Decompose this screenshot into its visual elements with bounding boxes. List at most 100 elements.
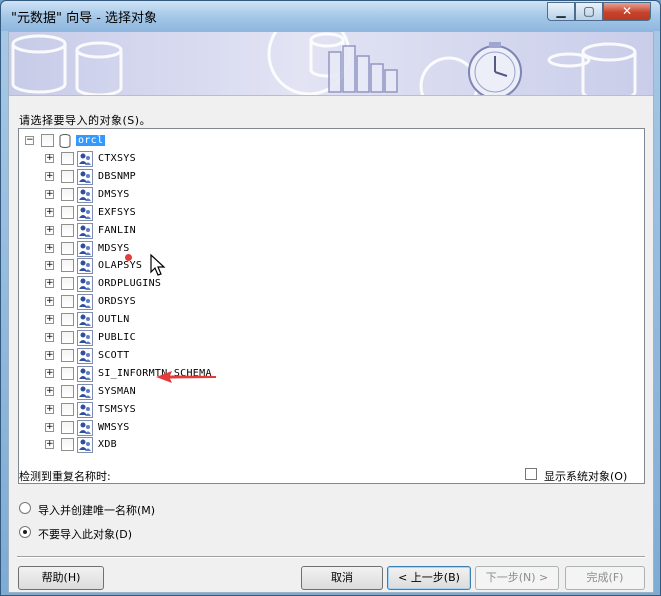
tree-item-dbsnmp[interactable]: + DBSNMP (19, 168, 644, 186)
schema-user-icon (77, 330, 93, 346)
tree-item-wmsys[interactable]: + WMSYS (19, 419, 644, 437)
schema-user-icon (77, 187, 93, 203)
tree-item-label[interactable]: DMSYS (98, 189, 130, 200)
tree-item-label[interactable]: ORDSYS (98, 296, 136, 307)
tree-item-ordsys[interactable]: + ORDSYS (19, 293, 644, 311)
tree-item-label[interactable]: ORDPLUGINS (98, 278, 161, 289)
expand-icon[interactable]: + (45, 244, 54, 253)
tree-item-checkbox[interactable] (61, 367, 74, 380)
expand-icon[interactable]: + (45, 190, 54, 199)
tree-item-label[interactable]: OLAPSYS (98, 260, 142, 271)
schema-user-icon (77, 420, 93, 436)
tree-item-label[interactable]: EXFSYS (98, 207, 136, 218)
expand-icon[interactable]: + (45, 440, 54, 449)
tree-item-mdsys[interactable]: + MDSYS (19, 240, 644, 258)
tree-item-label[interactable]: WMSYS (98, 422, 130, 433)
schema-user-icon (77, 402, 93, 418)
tree-item-scott[interactable]: + SCOTT (19, 347, 644, 365)
root-checkbox[interactable] (41, 134, 54, 147)
tree-item-checkbox[interactable] (61, 403, 74, 416)
expand-icon[interactable]: + (45, 333, 54, 342)
tree-item-olapsys[interactable]: + OLAPSYS (19, 257, 644, 275)
duplicate-names-label: 检测到重复名称时: (19, 470, 111, 483)
tree-root-label[interactable]: orcl (76, 135, 106, 146)
minimize-icon[interactable]: ▁ (547, 2, 575, 21)
expand-icon[interactable]: + (45, 405, 54, 414)
tree-item-checkbox[interactable] (61, 152, 74, 165)
tree-item-checkbox[interactable] (61, 224, 74, 237)
tree-item-public[interactable]: + PUBLIC (19, 329, 644, 347)
radio-import-unique-label[interactable]: 导入并创建唯一名称(M) (38, 502, 155, 518)
expand-icon[interactable]: + (45, 154, 54, 163)
expand-icon[interactable]: + (45, 387, 54, 396)
tree-item-label[interactable]: SCOTT (98, 350, 130, 361)
tree-item-checkbox[interactable] (61, 295, 74, 308)
expand-icon[interactable]: + (45, 297, 54, 306)
tree-item-checkbox[interactable] (61, 188, 74, 201)
next-button[interactable]: 下一步(N) > (475, 566, 559, 590)
object-tree[interactable]: − orcl + CTXSYS + DBSNMP + DMSYS + EXFSYS + FANLI… (18, 128, 645, 484)
schema-user-icon (77, 348, 93, 364)
expand-icon[interactable]: + (45, 369, 54, 378)
tree-item-fanlin[interactable]: + FANLIN (19, 222, 644, 240)
footer-divider (17, 556, 645, 558)
tree-item-dmsys[interactable]: + DMSYS (19, 186, 644, 204)
close-icon[interactable]: ✕ (603, 2, 651, 21)
tree-item-label[interactable]: FANLIN (98, 225, 136, 236)
tree-item-tsmsys[interactable]: + TSMSYS (19, 401, 644, 419)
schema-user-icon (77, 241, 93, 257)
expand-icon[interactable]: + (45, 423, 54, 432)
tree-item-ctxsys[interactable]: + CTXSYS (19, 150, 644, 168)
tree-item-label[interactable]: CTXSYS (98, 153, 136, 164)
tree-item-exfsys[interactable]: + EXFSYS (19, 204, 644, 222)
schema-user-icon (77, 312, 93, 328)
tree-item-label[interactable]: TSMSYS (98, 404, 136, 415)
tree-root-node[interactable]: − orcl (19, 132, 644, 150)
tree-item-xdb[interactable]: + XDB (19, 436, 644, 454)
show-system-objects-checkbox[interactable] (525, 468, 537, 480)
back-button[interactable]: < 上一步(B) (387, 566, 471, 590)
tree-item-checkbox[interactable] (61, 421, 74, 434)
tree-item-label[interactable]: DBSNMP (98, 171, 136, 182)
cancel-button[interactable]: 取消 (301, 566, 383, 590)
expand-icon[interactable]: + (45, 351, 54, 360)
tree-item-checkbox[interactable] (61, 277, 74, 290)
maximize-icon[interactable]: ▢ (575, 2, 603, 21)
expand-icon[interactable]: + (45, 315, 54, 324)
tree-item-checkbox[interactable] (61, 385, 74, 398)
tree-item-label[interactable]: SYSMAN (98, 386, 136, 397)
collapse-icon[interactable]: − (25, 136, 34, 145)
tree-item-checkbox[interactable] (61, 170, 74, 183)
tree-item-checkbox[interactable] (61, 331, 74, 344)
radio-do-not-import-button[interactable] (19, 526, 31, 538)
expand-icon[interactable]: + (45, 279, 54, 288)
tree-item-label[interactable]: XDB (98, 439, 117, 450)
schema-user-icon (77, 276, 93, 292)
expand-icon[interactable]: + (45, 172, 54, 181)
radio-import-unique-button[interactable] (19, 502, 31, 514)
tree-item-label[interactable]: MDSYS (98, 243, 130, 254)
tree-item-si-informtn-schema[interactable]: + SI_INFORMTN_SCHEMA (19, 365, 644, 383)
tree-item-outln[interactable]: + OUTLN (19, 311, 644, 329)
expand-icon[interactable]: + (45, 226, 54, 235)
tree-item-checkbox[interactable] (61, 206, 74, 219)
tree-item-ordplugins[interactable]: + ORDPLUGINS (19, 275, 644, 293)
tree-item-label[interactable]: PUBLIC (98, 332, 136, 343)
finish-button[interactable]: 完成(F) (565, 566, 645, 590)
show-system-objects-label[interactable]: 显示系统对象(O) (544, 468, 627, 484)
schema-user-icon (77, 258, 93, 274)
expand-icon[interactable]: + (45, 261, 54, 270)
help-button[interactable]: 帮助(H) (18, 566, 104, 590)
tree-item-sysman[interactable]: + SYSMAN (19, 383, 644, 401)
tree-item-checkbox[interactable] (61, 438, 74, 451)
radio-do-not-import-label[interactable]: 不要导入此对象(D) (38, 526, 132, 542)
select-objects-prompt: 请选择要导入的对象(S)。 (19, 114, 152, 127)
tree-item-checkbox[interactable] (61, 259, 74, 272)
tree-item-checkbox[interactable] (61, 349, 74, 362)
wizard-body: 请选择要导入的对象(S)。 − orcl + CTXSYS + DBSNMP + DMSY… (8, 31, 654, 593)
expand-icon[interactable]: + (45, 208, 54, 217)
tree-item-label[interactable]: OUTLN (98, 314, 130, 325)
tree-item-checkbox[interactable] (61, 313, 74, 326)
tree-item-checkbox[interactable] (61, 242, 74, 255)
title-bar[interactable]: "元数据" 向导 - 选择对象 ▁ ▢ ✕ (1, 1, 660, 31)
